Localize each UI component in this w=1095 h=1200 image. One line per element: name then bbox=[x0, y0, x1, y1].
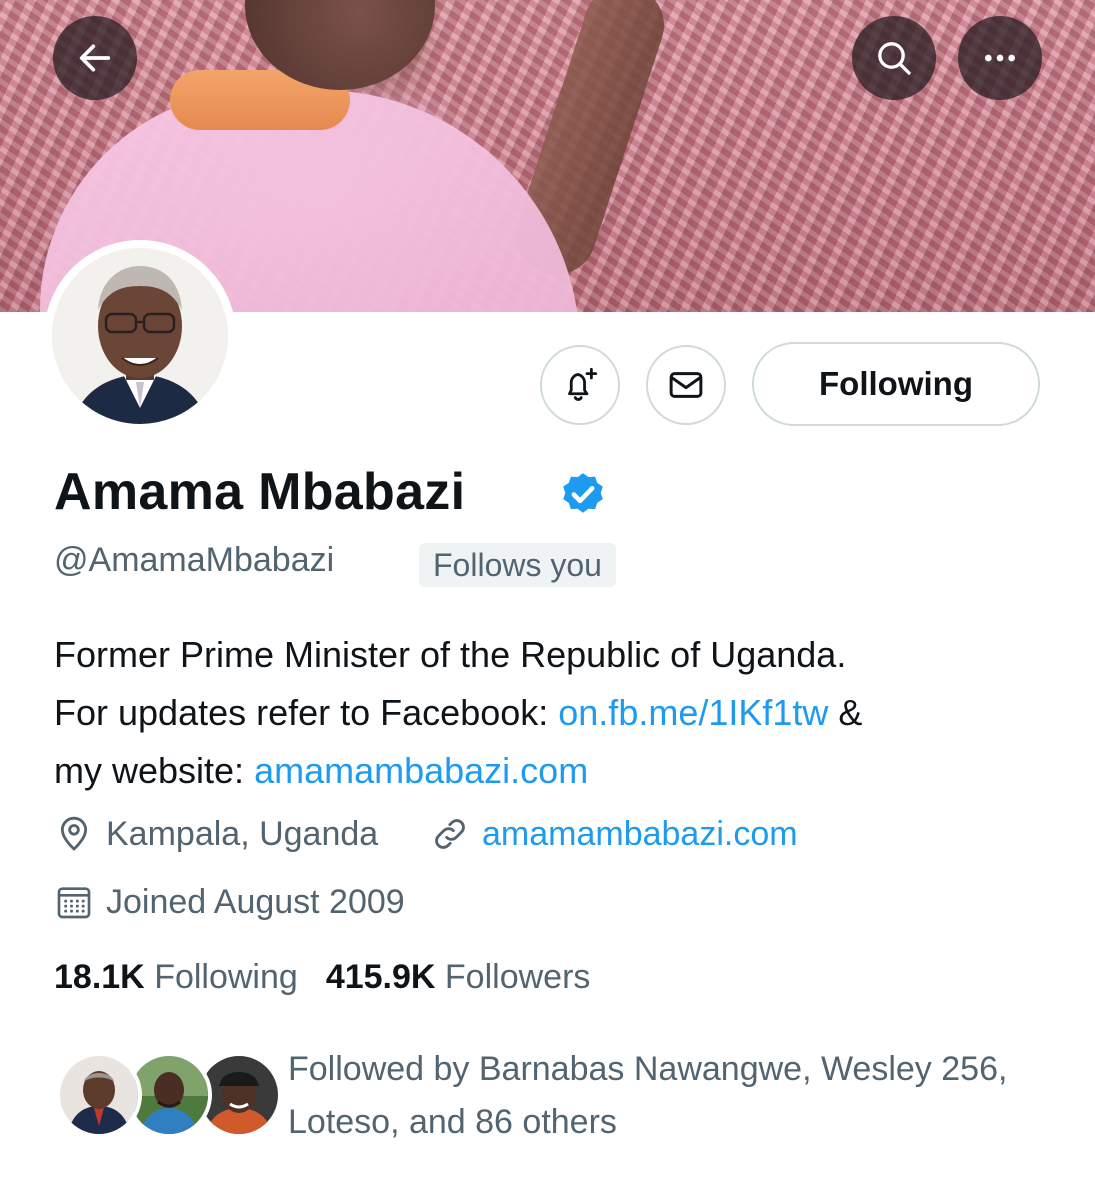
bio-text: & bbox=[828, 692, 863, 733]
profile-name: Amama Mbabazi bbox=[54, 463, 466, 521]
search-button[interactable] bbox=[852, 16, 936, 100]
verified-badge-icon bbox=[563, 473, 603, 513]
profile-website[interactable]: amamambabazi.com bbox=[430, 814, 798, 854]
follows-you-badge: Follows you bbox=[419, 543, 616, 587]
avatar bbox=[56, 1052, 142, 1138]
bio-line: For updates refer to Facebook: on.fb.me/… bbox=[54, 684, 1054, 742]
profile-avatar[interactable] bbox=[44, 240, 236, 432]
followed-by-avatars[interactable] bbox=[56, 1052, 282, 1142]
profile-bio: Former Prime Minister of the Republic of… bbox=[54, 626, 1054, 800]
followers-stat[interactable]: 415.9K Followers bbox=[326, 958, 591, 997]
location-pin-icon bbox=[60, 816, 88, 851]
profile-handle: @AmamaMbabazi bbox=[54, 541, 335, 579]
bio-line: Former Prime Minister of the Republic of… bbox=[54, 634, 847, 675]
following-count: 18.1K bbox=[54, 958, 145, 996]
followers-count: 415.9K bbox=[325, 958, 436, 996]
bio-facebook-link[interactable]: on.fb.me/1IKf1tw bbox=[558, 692, 828, 733]
joined-text: Joined August 2009 bbox=[106, 882, 405, 921]
profile-location: Kampala, Uganda bbox=[54, 814, 378, 854]
followers-label: Followers bbox=[444, 958, 591, 996]
website-link[interactable]: amamambabazi.com bbox=[482, 815, 798, 854]
link-icon bbox=[435, 819, 465, 849]
avatar-photo bbox=[52, 248, 228, 424]
mail-icon bbox=[669, 372, 703, 398]
profile-stats: 18.1K Following 415.9K Followers bbox=[54, 958, 590, 997]
search-icon bbox=[878, 42, 911, 75]
calendar-icon bbox=[57, 887, 91, 919]
more-button[interactable] bbox=[958, 16, 1042, 100]
following-button[interactable]: Following bbox=[752, 342, 1040, 426]
bio-line: my website: amamambabazi.com bbox=[54, 742, 1054, 800]
back-button[interactable] bbox=[53, 16, 137, 100]
bio-text: For updates refer to Facebook: bbox=[54, 692, 559, 733]
arrow-left-icon bbox=[79, 44, 111, 72]
more-horizontal-icon bbox=[985, 54, 1015, 62]
location-text: Kampala, Uganda bbox=[106, 814, 379, 853]
bio-website-link[interactable]: amamambabazi.com bbox=[254, 750, 588, 791]
following-stat[interactable]: 18.1K Following bbox=[54, 958, 298, 997]
message-button[interactable] bbox=[646, 345, 726, 425]
following-label: Following bbox=[154, 958, 298, 996]
followed-by-text[interactable]: Followed by Barnabas Nawangwe, Wesley 25… bbox=[288, 1043, 1048, 1149]
bio-text: my website: bbox=[54, 750, 255, 791]
notify-button[interactable] bbox=[540, 345, 620, 425]
profile-joined: Joined August 2009 bbox=[54, 882, 405, 922]
bell-plus-icon bbox=[568, 367, 598, 401]
